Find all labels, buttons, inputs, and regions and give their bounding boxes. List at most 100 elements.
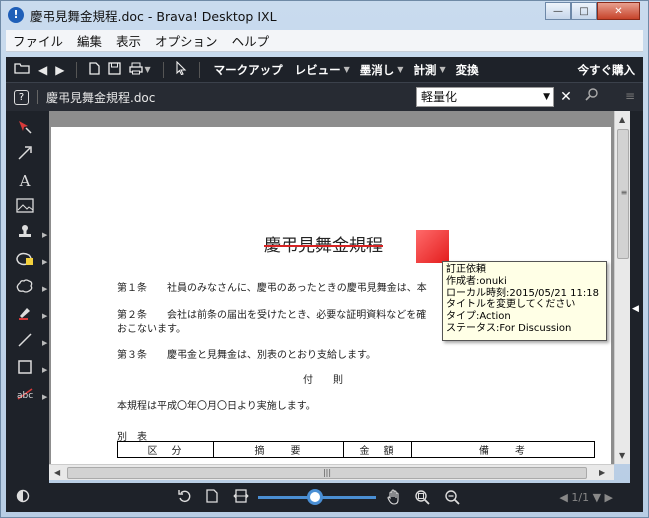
print-dropdown-icon[interactable]: ▼: [144, 65, 150, 74]
menu-help[interactable]: ヘルプ: [225, 31, 277, 50]
open-folder-icon[interactable]: [14, 62, 30, 77]
expand-panel-icon[interactable]: ◀: [632, 304, 639, 314]
save-icon[interactable]: [108, 61, 122, 78]
annotation-type: タイプ:Action: [446, 311, 511, 323]
vertical-scrollbar[interactable]: ▲ ≡ ▼: [614, 111, 630, 464]
forward-arrow-icon[interactable]: ▶: [55, 63, 64, 77]
app-window: ! 慶弔見舞金規程.doc - Brava! Desktop IXL — □ ✕…: [0, 0, 649, 518]
annotation-note-marker[interactable]: [416, 230, 449, 263]
chevron-right-icon[interactable]: ▶: [42, 393, 47, 401]
red-pointer-icon[interactable]: [14, 119, 36, 139]
chevron-right-icon[interactable]: ▶: [42, 312, 47, 320]
table-row: 区 分 摘 要 金 額 備 考: [117, 441, 595, 458]
close-button[interactable]: ✕: [597, 2, 640, 20]
horizontal-scrollbar[interactable]: ◀ ||| ▶: [49, 464, 614, 480]
menu-file[interactable]: ファイル: [6, 31, 70, 50]
annotation-time: ローカル時刻:2015/05/21 11:18: [446, 287, 600, 299]
scroll-left-icon[interactable]: ◀: [54, 468, 60, 477]
minimize-button[interactable]: —: [545, 2, 571, 20]
text-tool-icon[interactable]: A: [14, 171, 36, 191]
note-tool-icon[interactable]: [14, 251, 36, 271]
arrow-tool-icon[interactable]: [14, 145, 36, 165]
line-tool-icon[interactable]: [14, 332, 36, 352]
clear-search-button[interactable]: ✕: [557, 88, 575, 106]
menu-view[interactable]: 表示: [109, 31, 148, 50]
title-bar: ! 慶弔見舞金規程.doc - Brava! Desktop IXL — □ ✕: [1, 1, 648, 29]
table-header-amount: 金 額: [343, 441, 412, 458]
scroll-down-icon[interactable]: ▼: [619, 451, 625, 460]
table-header-notes: 備 考: [411, 441, 595, 458]
toolbar-divider: [198, 61, 200, 78]
stamp-tool-icon[interactable]: [14, 224, 36, 244]
menu-options[interactable]: オプション: [148, 31, 225, 50]
annotation-status: ステータス:For Discussion: [446, 322, 572, 334]
annotation-popup[interactable]: 訂正依頼 作成者:onuki ローカル時刻:2015/05/21 11:18 タ…: [442, 261, 607, 341]
search-value: 軽量化: [421, 90, 458, 104]
chevron-right-icon[interactable]: ▶: [42, 366, 47, 374]
review-menu[interactable]: レビュー: [295, 62, 341, 78]
list-menu-icon[interactable]: ≡: [625, 89, 635, 103]
document-title: 慶弔見舞金規程: [264, 236, 383, 256]
markup-tool-panel: A ▶ ▶ ▶ ▶ ▶ ▶ abc ▶: [6, 111, 49, 483]
zoom-slider-handle[interactable]: [307, 489, 323, 505]
article-2-line-2: おこないます。: [117, 324, 186, 335]
page-dropdown-icon[interactable]: ▼: [593, 491, 601, 504]
back-arrow-icon[interactable]: ◀: [38, 63, 47, 77]
window-title: 慶弔見舞金規程.doc - Brava! Desktop IXL: [30, 8, 277, 24]
cloud-tool-icon[interactable]: [14, 278, 36, 298]
chevron-right-icon[interactable]: ▶: [42, 339, 47, 347]
document-tab-name[interactable]: 慶弔見舞金規程.doc: [46, 89, 155, 106]
previous-page-icon[interactable]: ◀: [559, 491, 567, 504]
help-icon[interactable]: ?: [14, 89, 29, 105]
zoom-area-icon[interactable]: [414, 489, 430, 509]
image-tool-icon[interactable]: [14, 198, 36, 218]
contrast-icon[interactable]: [16, 489, 30, 507]
new-document-icon[interactable]: [89, 61, 101, 78]
menu-bar: ファイル 編集 表示 オプション ヘルプ: [6, 30, 643, 52]
svg-text:abc: abc: [17, 391, 33, 401]
redaction-menu[interactable]: 墨消し: [360, 62, 395, 78]
page-navigator[interactable]: ◀ 1/1 ▼ ▶: [559, 491, 613, 504]
highlighter-tool-icon[interactable]: [14, 305, 36, 325]
search-input[interactable]: 軽量化 ▼: [416, 87, 554, 107]
table-header-summary: 摘 要: [213, 441, 344, 458]
document-page: 慶弔見舞金規程 第１条 社員のみなさんに、慶弔のあったときの慶弔見舞金は、本 第…: [51, 127, 611, 464]
effective-date-text: 本規程は平成〇年〇月〇日より実施します。: [117, 401, 316, 412]
measure-menu[interactable]: 計測: [413, 62, 436, 78]
annotation-title: 訂正依頼: [446, 264, 486, 275]
fit-page-icon[interactable]: [206, 489, 218, 507]
markup-menu[interactable]: マークアップ: [214, 62, 283, 78]
convert-menu[interactable]: 変換: [456, 62, 479, 78]
maximize-icon: □: [579, 5, 589, 17]
scroll-right-icon[interactable]: ▶: [599, 468, 605, 477]
pan-hand-icon[interactable]: [386, 489, 402, 509]
scroll-up-icon[interactable]: ▲: [619, 115, 625, 124]
zoom-out-icon[interactable]: [444, 489, 460, 509]
vertical-scroll-thumb[interactable]: ≡: [617, 129, 629, 259]
maximize-button[interactable]: □: [571, 2, 597, 20]
chevron-down-icon[interactable]: ▼: [439, 65, 445, 74]
next-page-icon[interactable]: ▶: [605, 491, 613, 504]
chevron-down-icon[interactable]: ▼: [344, 65, 350, 74]
chevron-down-icon[interactable]: ▼: [543, 88, 550, 106]
close-icon: ✕: [614, 5, 623, 17]
rotate-icon[interactable]: [178, 489, 192, 507]
fit-width-icon[interactable]: [233, 489, 249, 507]
rectangle-tool-icon[interactable]: [14, 359, 36, 379]
menu-edit[interactable]: 編集: [70, 31, 109, 50]
right-side-panel: ◀: [630, 111, 643, 483]
search-icon[interactable]: [584, 88, 600, 106]
select-pointer-icon[interactable]: [176, 60, 187, 78]
chevron-right-icon[interactable]: ▶: [42, 285, 47, 293]
chevron-right-icon[interactable]: ▶: [42, 231, 47, 239]
supplementary-heading: 付 則: [303, 375, 343, 386]
document-viewport[interactable]: 慶弔見舞金規程 第１条 社員のみなさんに、慶弔のあったときの慶弔見舞金は、本 第…: [49, 111, 614, 464]
buy-now-link[interactable]: 今すぐ購入: [578, 62, 636, 78]
print-icon[interactable]: [129, 62, 144, 78]
dimension-tool-icon[interactable]: abc: [14, 386, 36, 406]
horizontal-scroll-thumb[interactable]: |||: [67, 467, 587, 479]
brava-app-icon: !: [8, 7, 24, 23]
chevron-down-icon[interactable]: ▼: [397, 65, 403, 74]
article-1: 第１条 社員のみなさんに、慶弔のあったときの慶弔見舞金は、本: [117, 283, 427, 294]
chevron-right-icon[interactable]: ▶: [42, 258, 47, 266]
